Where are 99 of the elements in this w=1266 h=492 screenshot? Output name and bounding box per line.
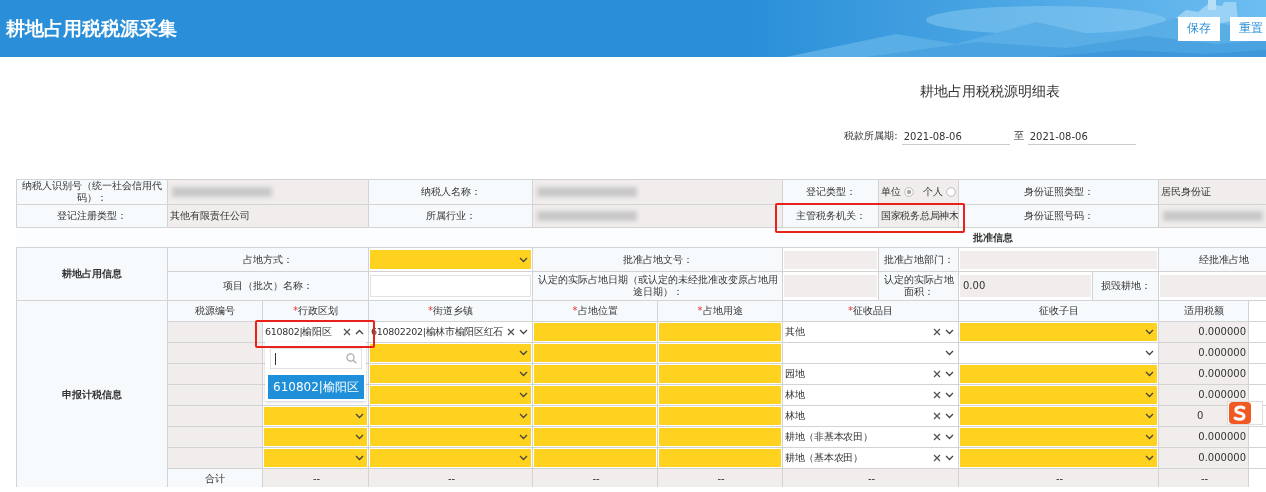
field-value: 居民身份证 (1158, 179, 1266, 205)
field-label: 纳税人名称： (368, 179, 533, 205)
field-label: 身份证照类型： (958, 179, 1159, 205)
date-field[interactable]: 2021-08-06 (1027, 131, 1136, 145)
caret-down-icon (945, 392, 954, 398)
form-title: 耕地占用税税源明细表 (919, 83, 1061, 101)
field-label: 认定的实际占地面积： (878, 271, 959, 301)
caret-down-icon (945, 350, 954, 356)
input-field[interactable] (534, 365, 656, 383)
input-field[interactable] (659, 323, 781, 341)
text-cursor-icon (275, 352, 276, 365)
dropdown-option[interactable]: 610802|榆阳区 (268, 375, 364, 399)
field-label: 占地方式： (167, 247, 369, 272)
clear-icon (933, 370, 941, 378)
select-field[interactable] (960, 386, 1157, 404)
select-field[interactable] (264, 407, 367, 425)
search-icon (346, 353, 357, 364)
caret-down-icon (519, 434, 528, 440)
period-label: 税款所属期: (844, 129, 898, 143)
input-field[interactable] (370, 275, 531, 297)
select-field[interactable] (370, 407, 531, 425)
input-field[interactable] (534, 449, 656, 467)
section-label: 申报计税信息 (16, 300, 168, 487)
input-field[interactable] (534, 344, 656, 362)
field-label: 损毁耕地： (1092, 271, 1159, 301)
input-field[interactable] (659, 344, 781, 362)
select-field[interactable] (264, 449, 367, 467)
caret-down-icon (945, 434, 954, 440)
select-field[interactable] (264, 428, 367, 446)
caret-down-icon (1145, 455, 1154, 461)
caret-down-icon (519, 329, 529, 335)
caret-down-icon (945, 455, 954, 461)
input-field[interactable] (534, 428, 656, 446)
caret-down-icon (1145, 371, 1154, 377)
clear-icon (933, 412, 941, 420)
input-field[interactable] (659, 428, 781, 446)
select-field[interactable] (960, 449, 1157, 467)
select-field[interactable] (370, 449, 531, 467)
caret-down-icon (519, 413, 528, 419)
caret-down-icon (1145, 350, 1154, 356)
column-header: 征收子目 (958, 300, 1159, 322)
caret-down-icon (519, 392, 528, 398)
radio-button[interactable] (946, 187, 956, 197)
period-separator: 至 (1013, 129, 1024, 143)
radio-label: 单位 (881, 186, 901, 198)
field-label: 纳税人识别号（统一社会信用代码）： (16, 179, 168, 205)
select-field[interactable] (370, 365, 531, 383)
field-label: 登记类型： (782, 179, 879, 205)
field-label: 经批准占地 (1158, 247, 1266, 272)
toolbar-button[interactable]: 保存 (1178, 16, 1220, 41)
input-field[interactable] (534, 386, 656, 404)
caret-down-icon (519, 256, 528, 263)
caret-down-icon (519, 455, 528, 461)
select-field[interactable] (370, 250, 531, 269)
input-field[interactable] (659, 407, 781, 425)
toolbar-button[interactable]: 重置 (1230, 16, 1266, 41)
field-label: 所属行业： (368, 204, 533, 228)
select-field[interactable] (960, 428, 1157, 446)
field-label: 登记注册类型： (16, 204, 168, 228)
input-field[interactable] (534, 407, 656, 425)
caret-down-icon (519, 371, 528, 377)
page-title: 耕地占用税税源采集 (6, 15, 177, 41)
input-field[interactable] (659, 386, 781, 404)
input-field[interactable] (659, 449, 781, 467)
clear-icon (933, 454, 941, 462)
caret-down-icon (945, 371, 954, 377)
field-label: 认定的实际占地日期（或认定的未经批准改变原占地用途日期）： (532, 271, 783, 301)
section-label: 耕地占用信息 (16, 247, 168, 301)
caret-down-icon (945, 329, 954, 335)
select-field[interactable] (370, 428, 531, 446)
caret-down-icon (355, 434, 364, 440)
input-field[interactable] (659, 365, 781, 383)
select-field[interactable] (960, 365, 1157, 383)
radio-label: 个人 (923, 186, 943, 198)
clear-icon (933, 328, 941, 336)
date-field[interactable]: 2021-08-06 (901, 131, 1010, 145)
clear-icon (507, 328, 516, 336)
caret-down-icon (1145, 434, 1154, 440)
select-field[interactable] (960, 407, 1157, 425)
caret-up-icon (355, 329, 364, 335)
input-field[interactable] (534, 323, 656, 341)
caret-down-icon (355, 455, 364, 461)
clear-icon (933, 391, 941, 399)
caret-down-icon (1145, 329, 1154, 335)
field-value: 其他有限责任公司 (167, 204, 369, 228)
field-label: 批准占地文号： (532, 247, 783, 272)
select-field[interactable] (370, 344, 531, 362)
select-field[interactable] (960, 323, 1157, 341)
caret-down-icon (1145, 392, 1154, 398)
caret-down-icon (519, 350, 528, 356)
clear-icon (343, 328, 351, 336)
select-field[interactable] (370, 386, 531, 404)
radio-button[interactable] (904, 187, 914, 197)
search-field[interactable] (270, 348, 362, 369)
caret-down-icon (945, 413, 954, 419)
caret-down-icon (1145, 413, 1154, 419)
clear-icon (933, 433, 941, 441)
caret-down-icon (355, 413, 364, 419)
field-label: 项目（批次）名称： (167, 271, 369, 301)
